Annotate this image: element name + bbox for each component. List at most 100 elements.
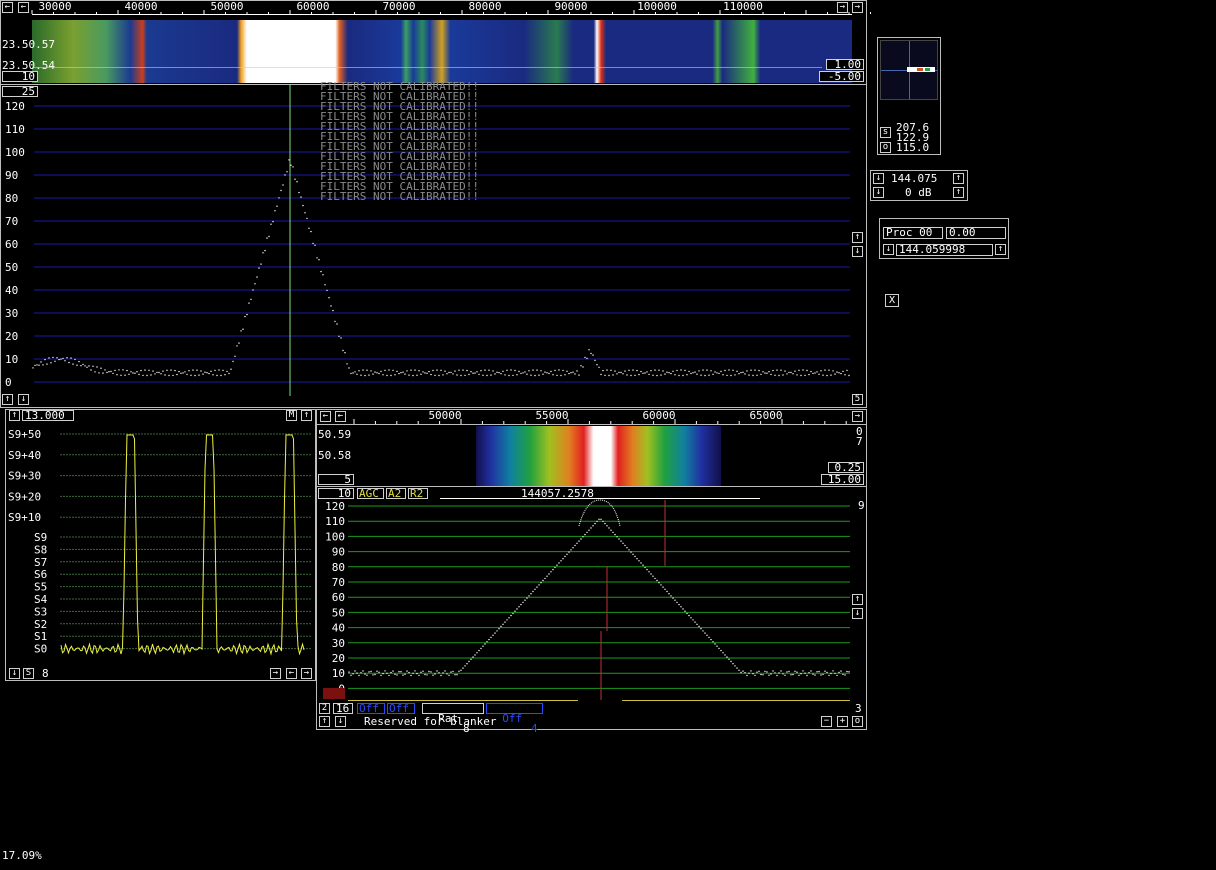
bb-agc-button[interactable]: AGC — [357, 488, 384, 499]
gain-up-button[interactable]: ↑ — [953, 187, 964, 198]
bb-off-button-1[interactable]: Off — [357, 703, 385, 714]
bb-y-label: 20 — [332, 652, 345, 665]
proc-freq-down-button[interactable]: ↓ — [883, 244, 894, 255]
smeter-top-value[interactable]: 13.000 — [22, 410, 74, 421]
smeter-down-button[interactable]: ↓ — [9, 668, 20, 679]
smeter-s-button[interactable]: S — [23, 668, 34, 679]
spectrum-down-button[interactable]: ↓ — [852, 246, 863, 257]
spectrum-up-button[interactable]: ↑ — [852, 232, 863, 243]
bb-trace-point — [618, 538, 620, 540]
wide-trace-point — [644, 372, 646, 374]
wide-trace-point — [394, 374, 396, 376]
bb-plus-button[interactable]: + — [837, 716, 848, 727]
smeter-left-button[interactable]: ← — [286, 668, 297, 679]
wide-trace-point — [212, 374, 214, 376]
bb-trace-point — [724, 654, 726, 656]
meter-s-button[interactable]: s — [880, 127, 891, 138]
waterfall-gain-box[interactable]: 1.00 — [826, 59, 864, 70]
proc-label[interactable]: Proc 00 — [883, 227, 943, 239]
wide-up-button[interactable]: ↑ — [2, 394, 13, 405]
wide-trace-point — [574, 373, 576, 375]
scroll-left-button[interactable]: ← — [2, 2, 13, 13]
wide-trace-point — [818, 373, 820, 375]
bb-minus-button[interactable]: − — [821, 716, 832, 727]
wide-trace-point — [90, 369, 92, 371]
wide-trace-point — [66, 357, 68, 359]
bb-trace-point — [806, 674, 808, 677]
wide-avg-box[interactable]: 5 — [852, 394, 863, 405]
bb-trace-point — [572, 547, 574, 549]
bb-bottom-down-button[interactable]: ↓ — [335, 716, 346, 727]
bb-wf-gain-box[interactable]: 0.25 — [828, 462, 864, 473]
wide-down-button[interactable]: ↓ — [18, 394, 29, 405]
wide-trace-point — [478, 373, 480, 376]
wide-trace-point — [714, 371, 716, 373]
wide-trace-point — [162, 370, 164, 372]
bb-off-value-box[interactable]: Off 4 — [486, 703, 543, 734]
waterfall-speed-box[interactable]: 10 — [2, 71, 38, 82]
smeter-right2-button[interactable]: → — [301, 668, 312, 679]
bb-right-button[interactable]: → — [852, 411, 863, 422]
bb-trace-point — [496, 630, 498, 632]
bb-off-button-2[interactable]: Off — [387, 703, 415, 714]
bb-up-button[interactable]: ↑ — [852, 594, 863, 605]
wide-trace-point — [398, 372, 400, 375]
bb-param-16-box[interactable]: 16 — [333, 703, 353, 714]
wide-trace-point — [84, 365, 86, 367]
wide-trace-point — [146, 374, 148, 377]
bb-trace-point — [484, 643, 486, 645]
bb-bottom-up-button[interactable]: ↑ — [319, 716, 330, 727]
bb-trace-point — [372, 674, 374, 676]
smeter-up-button[interactable]: ↑ — [9, 410, 20, 421]
proc-freq-up-button[interactable]: ↑ — [995, 244, 1006, 255]
bb-rat-box[interactable]: Rat 8 — [422, 703, 484, 734]
proc-value[interactable]: 0.00 — [946, 227, 1006, 239]
freq-down-button[interactable]: ↓ — [873, 173, 884, 184]
gain-down-button[interactable]: ↓ — [873, 187, 884, 198]
smeter-up-right-button[interactable]: ↑ — [301, 410, 312, 421]
wide-trace-point — [346, 363, 348, 365]
wide-trace-point — [514, 369, 516, 372]
smeter-s-label: S7 — [34, 556, 47, 569]
wide-trace-point — [556, 374, 558, 377]
bb-left-fast-button[interactable]: ← — [335, 411, 346, 422]
smeter-right-button[interactable]: → — [270, 668, 281, 679]
wide-trace-point — [300, 196, 302, 198]
bb-a2-button[interactable]: A2 — [386, 488, 406, 499]
bb-filter-curve — [578, 499, 621, 527]
bb-wf-zero-box[interactable]: 15.00 — [821, 474, 864, 485]
scroll-left-fast-button[interactable]: ← — [18, 2, 29, 13]
wide-trace-point — [358, 370, 360, 372]
bb-left-button[interactable]: ← — [320, 411, 331, 422]
bb-o-button[interactable]: o — [852, 716, 863, 727]
bb-wf-speed-box[interactable]: 5 — [318, 474, 354, 485]
wide-trace-point — [378, 372, 380, 375]
bb-trace-point — [756, 671, 758, 673]
bb-trace-point — [736, 667, 738, 669]
bb-trace-point — [784, 674, 786, 676]
bb-bandwidth-box[interactable]: 10 — [318, 488, 354, 499]
close-button[interactable]: X — [885, 294, 899, 307]
wide-trace-point — [32, 367, 34, 369]
wide-trace-point — [124, 374, 126, 376]
bb-r2-button[interactable]: R2 — [408, 488, 428, 499]
wide-trace-point — [364, 374, 366, 377]
bb-trace-point — [422, 670, 424, 672]
wide-trace-point — [428, 370, 430, 373]
bb-trace-point — [398, 671, 400, 673]
wide-trace-point — [158, 371, 160, 374]
bb-trace-point — [434, 673, 436, 675]
bb-down-button[interactable]: ↓ — [852, 608, 863, 619]
meter-o-button[interactable]: o — [880, 142, 891, 153]
bb-trace-point — [828, 674, 830, 677]
scroll-right-fast-button[interactable]: → — [852, 2, 863, 13]
bb-trace-point — [728, 658, 730, 660]
wide-y-label: 20 — [5, 330, 18, 343]
proc-frequency[interactable]: 144.059998 — [896, 244, 993, 256]
bb-trace-point — [608, 527, 610, 529]
bb-trace-point — [502, 623, 504, 625]
smeter-m-button[interactable]: M — [286, 410, 297, 421]
freq-up-button[interactable]: ↑ — [953, 173, 964, 184]
waterfall-zero-box[interactable]: -5.00 — [819, 71, 864, 82]
bb-param-2-box[interactable]: 2 — [319, 703, 330, 714]
